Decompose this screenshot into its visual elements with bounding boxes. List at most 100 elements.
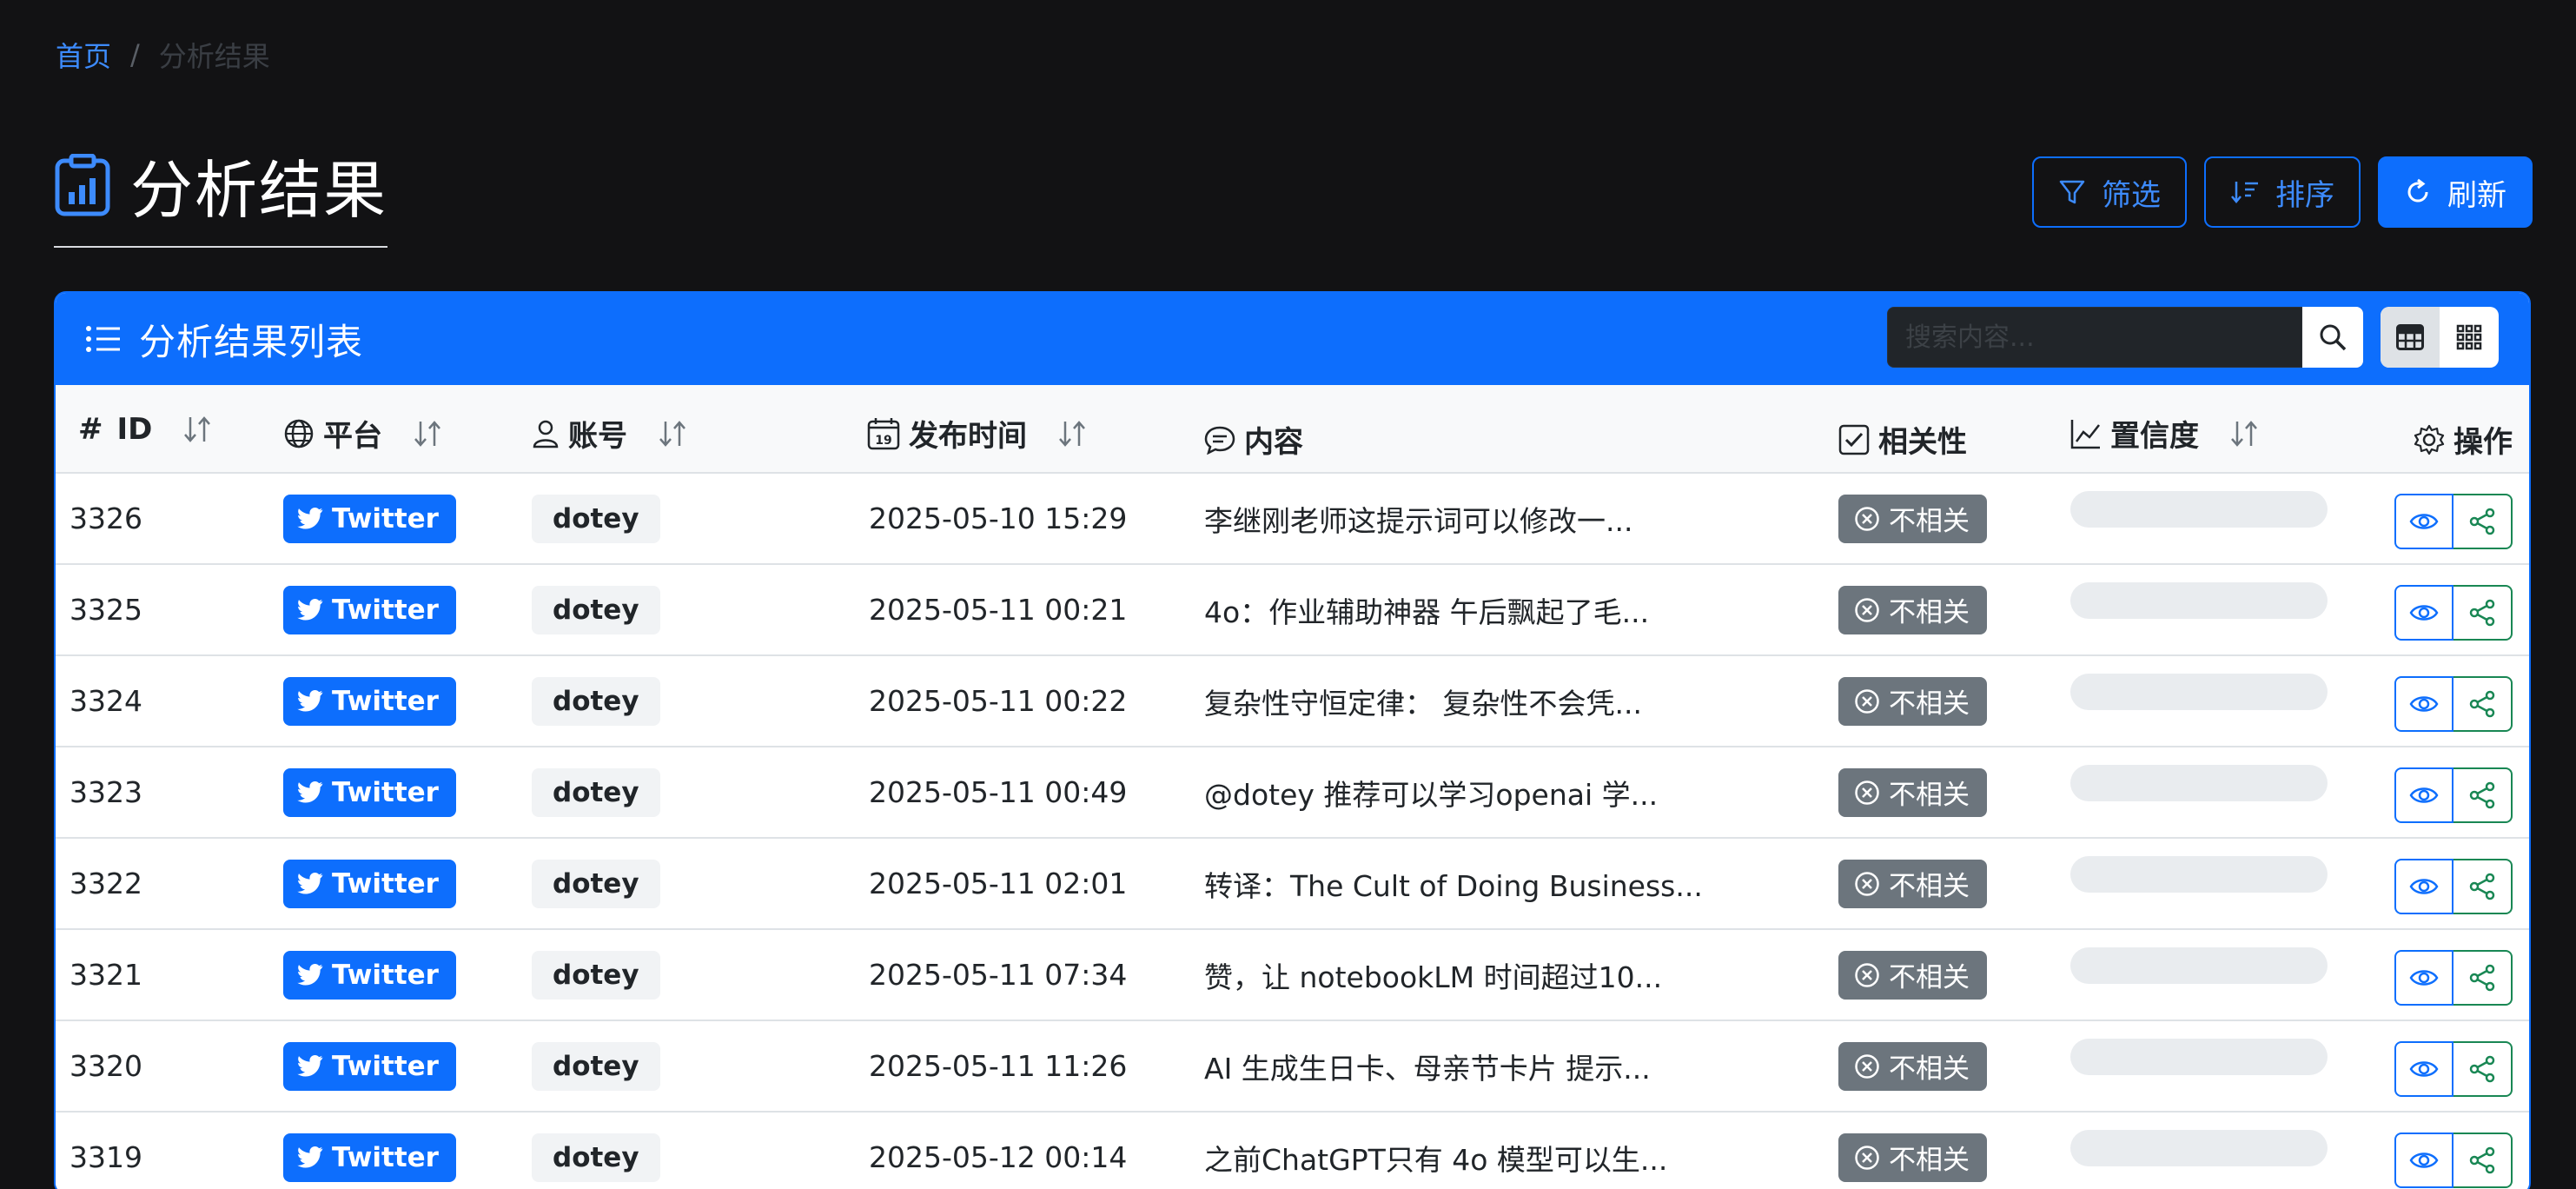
- share-button[interactable]: [2453, 675, 2513, 732]
- breadcrumb-current: 分析结果: [158, 40, 270, 73]
- view-button[interactable]: [2394, 1040, 2453, 1097]
- row-id: 3323: [70, 775, 142, 809]
- table-row[interactable]: 3323 Twitter dotey 2025-05-11 00:49 @dot…: [56, 747, 2529, 839]
- column-header-id-label: ID: [116, 412, 153, 447]
- row-id: 3319: [70, 1140, 142, 1174]
- refresh-button[interactable]: 刷新: [2378, 156, 2533, 228]
- view-button[interactable]: [2394, 493, 2453, 549]
- row-action-group: [2394, 1132, 2513, 1188]
- filter-icon: [2059, 180, 2085, 204]
- sort-arrows-icon[interactable]: [2228, 418, 2260, 449]
- table-header: # ID 平台 账号 19 发布时间 内容 相关性 置信度 操作: [56, 385, 2529, 474]
- content-text: 之前ChatGPT只有 4o 模型可以生...: [1204, 1142, 1668, 1177]
- table-row[interactable]: 3324 Twitter dotey 2025-05-11 00:22 复杂性守…: [56, 656, 2529, 747]
- view-button[interactable]: [2394, 1132, 2453, 1188]
- relevance-badge: 不相关: [1838, 1133, 1987, 1182]
- platform-badge: Twitter: [283, 494, 456, 543]
- column-header-id[interactable]: # ID: [78, 412, 213, 447]
- confidence-bar: [2070, 490, 2328, 528]
- view-button[interactable]: [2394, 858, 2453, 914]
- platform-label: Twitter: [332, 776, 439, 808]
- platform-badge: Twitter: [283, 585, 456, 634]
- x-circle-icon: [1855, 780, 1879, 805]
- filter-button-label: 筛选: [2102, 177, 2161, 213]
- platform-badge: Twitter: [283, 950, 456, 1000]
- filter-button[interactable]: 筛选: [2032, 156, 2187, 228]
- platform-badge: Twitter: [283, 1041, 456, 1091]
- table-body: 3326 Twitter dotey 2025-05-10 15:29 李继刚老…: [56, 474, 2529, 1189]
- table-row[interactable]: 3326 Twitter dotey 2025-05-10 15:29 李继刚老…: [56, 474, 2529, 565]
- view-button[interactable]: [2394, 675, 2453, 732]
- search-button[interactable]: [2302, 307, 2363, 368]
- column-header-account[interactable]: 账号: [532, 412, 688, 455]
- x-circle-icon: [1855, 1145, 1879, 1170]
- share-button[interactable]: [2453, 767, 2513, 823]
- sort-arrows-icon[interactable]: [1056, 418, 1088, 449]
- share-button[interactable]: [2453, 584, 2513, 641]
- view-button[interactable]: [2394, 584, 2453, 641]
- column-header-content-label: 内容: [1244, 425, 1303, 460]
- share-icon: [2469, 1055, 2495, 1082]
- share-button[interactable]: [2453, 493, 2513, 549]
- twitter-icon: [297, 689, 323, 712]
- relevance-badge: 不相关: [1838, 585, 1987, 634]
- confidence-bar: [2070, 947, 2328, 984]
- sort-arrows-icon[interactable]: [182, 414, 213, 445]
- row-id: 3325: [70, 593, 142, 627]
- clipboard-chart-icon: [55, 153, 110, 216]
- column-header-account-label: 账号: [568, 419, 627, 454]
- publish-time: 2025-05-11 00:49: [869, 775, 1128, 809]
- breadcrumb-home-link[interactable]: 首页: [56, 35, 111, 75]
- column-header-confidence[interactable]: 置信度: [2070, 412, 2260, 455]
- publish-time: 2025-05-10 15:29: [869, 502, 1128, 535]
- share-icon: [2469, 1146, 2495, 1173]
- sort-arrows-icon[interactable]: [657, 418, 688, 449]
- relevance-label: 不相关: [1889, 1145, 1970, 1176]
- grid-view-button[interactable]: [2440, 307, 2499, 368]
- platform-badge: Twitter: [283, 676, 456, 726]
- account-badge: dotey: [532, 494, 660, 543]
- column-header-publish-time[interactable]: 19 发布时间: [867, 412, 1088, 455]
- relevance-badge: 不相关: [1838, 859, 1987, 908]
- table-row[interactable]: 3319 Twitter dotey 2025-05-12 00:14 之前Ch…: [56, 1113, 2529, 1189]
- share-button[interactable]: [2453, 1040, 2513, 1097]
- search-group: [1887, 307, 2363, 368]
- relevance-label: 不相关: [1889, 962, 1970, 993]
- column-header-publish-time-label: 发布时间: [909, 419, 1027, 454]
- publish-time: 2025-05-11 02:01: [869, 867, 1128, 900]
- table-row[interactable]: 3325 Twitter dotey 2025-05-11 00:21 4o：作…: [56, 565, 2529, 656]
- platform-label: Twitter: [332, 594, 439, 626]
- view-button[interactable]: [2394, 767, 2453, 823]
- confidence-bar: [2070, 673, 2328, 710]
- table-view-button[interactable]: [2381, 307, 2440, 368]
- view-button[interactable]: [2394, 949, 2453, 1006]
- publish-time: 2025-05-11 11:26: [869, 1049, 1128, 1083]
- share-button[interactable]: [2453, 858, 2513, 914]
- share-icon: [2469, 781, 2495, 808]
- column-header-actions: 操作: [2414, 418, 2513, 461]
- sort-arrows-icon[interactable]: [412, 418, 443, 449]
- row-id: 3322: [70, 867, 142, 900]
- table-row[interactable]: 3321 Twitter dotey 2025-05-11 07:34 赞，让 …: [56, 930, 2529, 1021]
- table-row[interactable]: 3320 Twitter dotey 2025-05-11 11:26 AI 生…: [56, 1021, 2529, 1113]
- share-button[interactable]: [2453, 1132, 2513, 1188]
- view-toggle: [2381, 307, 2499, 368]
- content-text: AI 生成生日卡、母亲节卡片 提示...: [1204, 1051, 1651, 1086]
- share-icon: [2469, 508, 2495, 535]
- table-row[interactable]: 3322 Twitter dotey 2025-05-11 02:01 转译：T…: [56, 839, 2529, 930]
- chat-icon: [1204, 426, 1235, 455]
- twitter-icon: [297, 963, 323, 986]
- share-button[interactable]: [2453, 949, 2513, 1006]
- search-input[interactable]: [1887, 307, 2302, 368]
- eye-icon: [2409, 969, 2439, 986]
- row-action-group: [2394, 767, 2513, 823]
- sort-button[interactable]: 排序: [2204, 156, 2361, 228]
- relevance-badge: 不相关: [1838, 767, 1987, 817]
- sort-button-label: 排序: [2275, 177, 2334, 213]
- account-badge: dotey: [532, 676, 660, 726]
- column-header-platform[interactable]: 平台: [283, 412, 443, 455]
- breadcrumb: 首页 / 分析结果: [56, 35, 270, 75]
- row-action-group: [2394, 584, 2513, 641]
- person-icon: [533, 420, 559, 448]
- table-icon: [2396, 324, 2424, 350]
